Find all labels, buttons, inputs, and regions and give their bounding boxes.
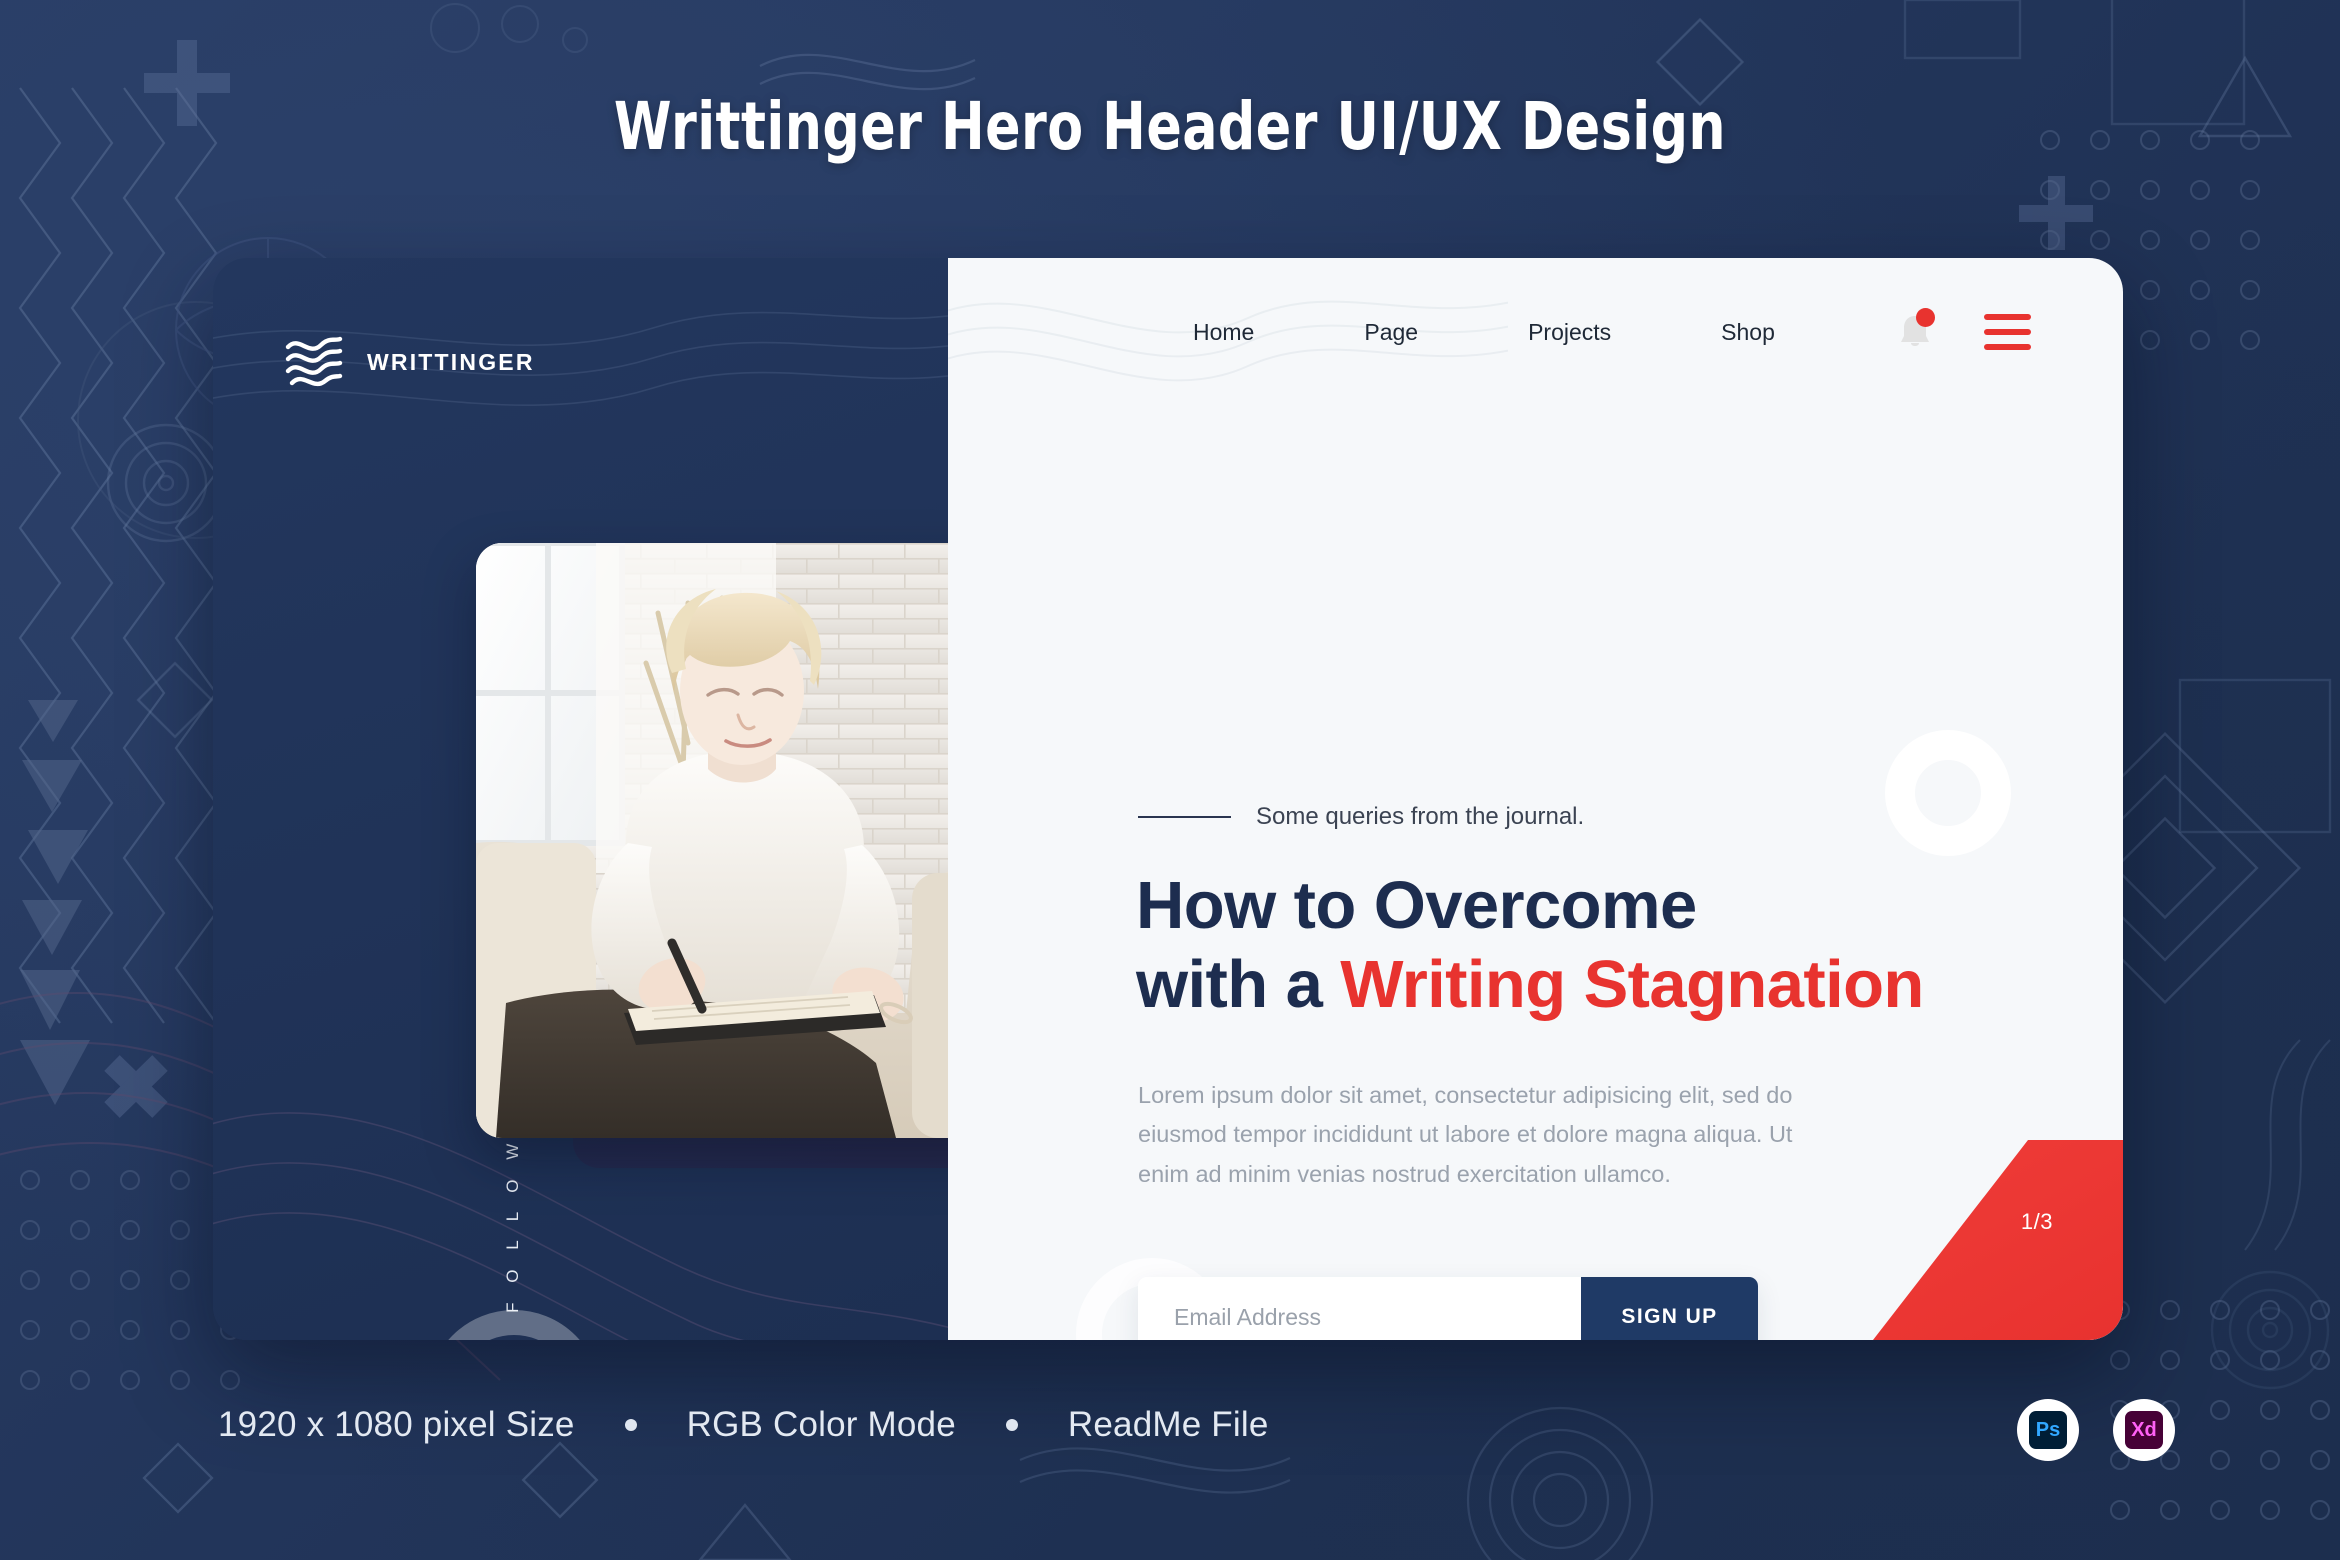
hero-headline: How to Overcome with a Writing Stagnatio… <box>1136 866 1924 1024</box>
adobe-xd-badge-label: Xd <box>2125 1411 2163 1449</box>
nav-item-home[interactable]: Home <box>1138 319 1309 346</box>
hero-paragraph: Lorem ipsum dolor sit amet, consectetur … <box>1138 1082 1793 1187</box>
mockup-left-panel: WRITTINGER F O L L O W U S – Y T . B E .… <box>213 258 1161 1340</box>
footer-specs: 1920 x 1080 pixel Size RGB Color Mode Re… <box>218 1405 1269 1445</box>
headline-line-2-plain: with a <box>1136 947 1341 1023</box>
decorative-ring-hero <box>1885 730 2011 856</box>
brand-logo[interactable]: WRITTINGER <box>283 331 535 393</box>
nav-item-page[interactable]: Page <box>1309 319 1473 346</box>
decorative-ring-photo <box>427 1310 601 1340</box>
nav-item-shop[interactable]: Shop <box>1666 319 1830 346</box>
mockup-right-panel: Home Page Projects Shop Some queries fro… <box>948 258 2123 1340</box>
notification-badge-dot <box>1916 308 1935 327</box>
nav-item-projects[interactable]: Projects <box>1473 319 1666 346</box>
photoshop-badge: Ps <box>2017 1399 2079 1461</box>
headline-line-1: How to Overcome <box>1136 868 1697 943</box>
nav-links: Home Page Projects Shop <box>1138 319 1830 346</box>
hamburger-menu-icon[interactable] <box>1984 314 2031 350</box>
spec-readme: ReadMe File <box>1067 1405 1269 1444</box>
photoshop-badge-label: Ps <box>2029 1411 2067 1449</box>
headline-line-2-accent: Writing Stagnation <box>1340 947 1924 1023</box>
nav-actions <box>1898 308 2031 352</box>
poster-canvas: Writtinger Hero Header UI/UX Design WRIT… <box>0 0 2340 1560</box>
notification-bell-button[interactable] <box>1898 308 1935 352</box>
email-input[interactable] <box>1138 1277 1581 1340</box>
page-title: Writtinger Hero Header UI/UX Design <box>613 88 1727 165</box>
hero-photo-card <box>476 543 1006 1138</box>
wave-lines-icon <box>285 336 343 387</box>
hero-photo <box>476 543 1006 1138</box>
spec-separator-1 <box>624 1419 637 1431</box>
spec-separator-2 <box>1005 1419 1018 1431</box>
hero-mockup: WRITTINGER F O L L O W U S – Y T . B E .… <box>213 258 2123 1340</box>
hero-eyebrow: Some queries from the journal. <box>1138 803 1584 831</box>
slide-corner-shape <box>1873 1140 2123 1340</box>
spec-color-mode: RGB Color Mode <box>686 1405 956 1444</box>
eyebrow-text: Some queries from the journal. <box>1256 803 1585 830</box>
eyebrow-rule <box>1138 816 1231 818</box>
site-navbar: Home Page Projects Shop <box>948 258 2123 406</box>
newsletter-signup-form: SIGN UP <box>1138 1277 1758 1340</box>
brand-name: WRITTINGER <box>367 348 535 375</box>
slide-indicator: 1/3 <box>2020 1209 2053 1234</box>
sign-up-button[interactable]: SIGN UP <box>1581 1277 1758 1340</box>
spec-size: 1920 x 1080 pixel Size <box>218 1405 575 1444</box>
software-badges: Ps Xd <box>2017 1399 2175 1461</box>
adobe-xd-badge: Xd <box>2113 1399 2175 1461</box>
